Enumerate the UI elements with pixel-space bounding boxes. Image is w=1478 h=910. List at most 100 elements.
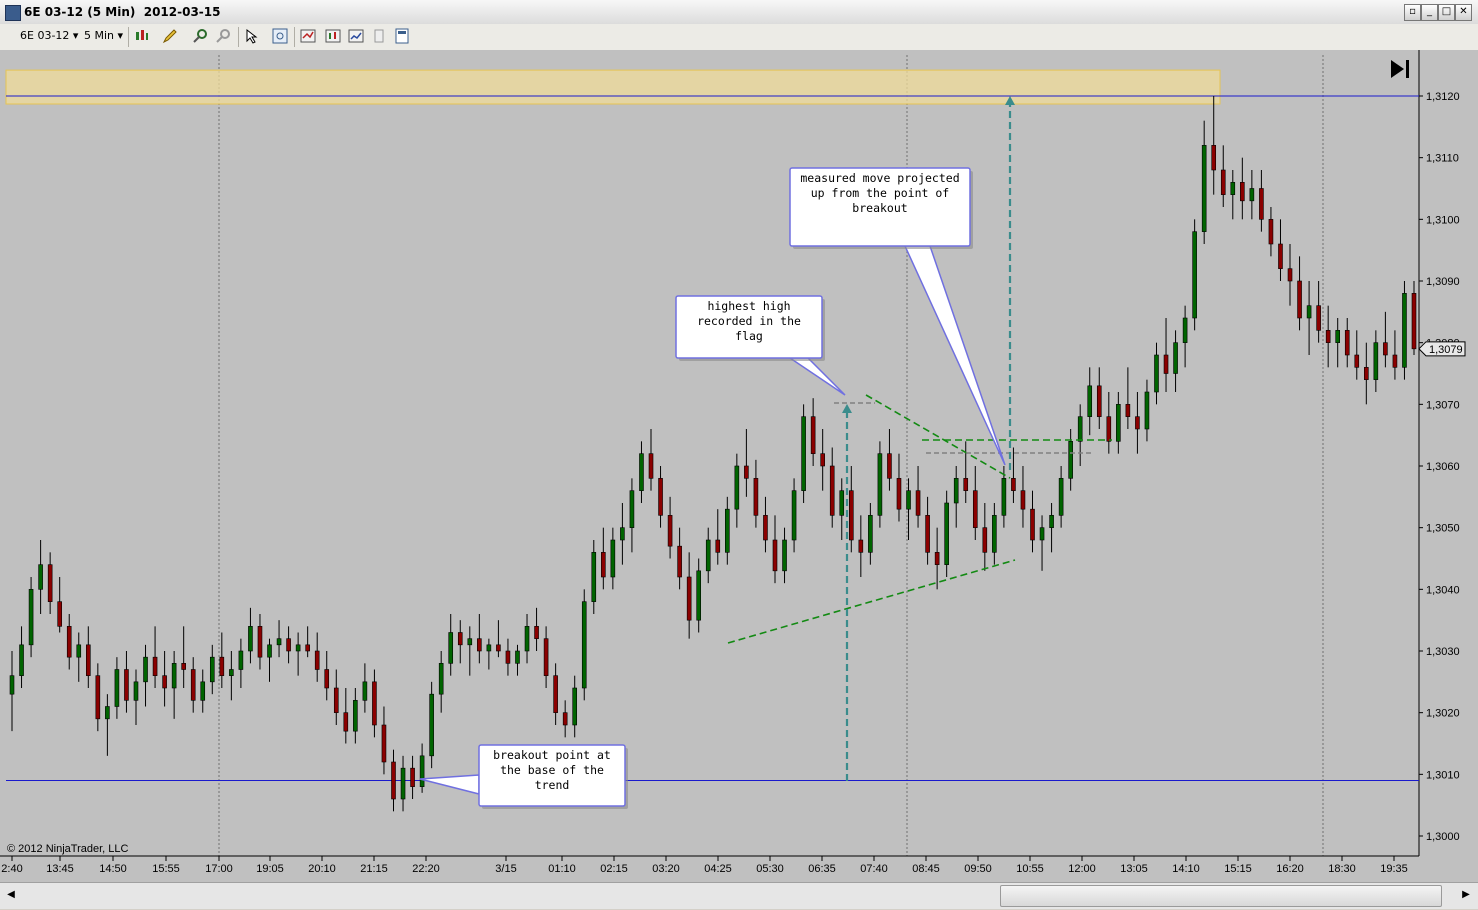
scroll-left-icon[interactable]: ◀ xyxy=(3,887,19,903)
candle xyxy=(429,681,434,769)
candle-body xyxy=(1020,490,1026,510)
callout-pointer xyxy=(787,357,846,396)
scroll-right-icon[interactable]: ▶ xyxy=(1458,887,1474,903)
candle-body xyxy=(677,545,682,578)
candle xyxy=(1077,404,1083,466)
candle xyxy=(696,558,701,633)
candle-body xyxy=(1192,231,1197,319)
pointer-icon[interactable] xyxy=(244,28,260,44)
time-tick-label: 01:10 xyxy=(548,863,576,875)
price-tick-label: 1,3050 xyxy=(1426,523,1460,535)
price-chart[interactable]: measured move projected up from the point… xyxy=(0,50,1478,882)
candle xyxy=(1344,318,1350,368)
candle-body xyxy=(686,576,692,621)
candle xyxy=(209,644,215,695)
instrument-label: 6E 03-12 xyxy=(20,29,70,42)
candle-body xyxy=(820,453,825,467)
candle-body xyxy=(1240,182,1245,202)
scrollbar-thumb[interactable] xyxy=(1000,885,1442,907)
bar-type-icon[interactable] xyxy=(134,28,150,44)
candle-body xyxy=(28,589,34,646)
candle xyxy=(333,669,339,725)
data-box-icon[interactable] xyxy=(371,28,387,44)
candle-body xyxy=(1182,317,1188,343)
indicators-icon[interactable] xyxy=(300,28,316,44)
candle-body xyxy=(715,539,721,553)
candle xyxy=(925,496,930,565)
candle-body xyxy=(324,669,330,689)
time-tick-label: 14:50 xyxy=(99,863,127,875)
instrument-selector[interactable]: 6E 03-12 ▾ xyxy=(20,29,78,42)
candle xyxy=(934,527,940,590)
time-tick-label: 2:40 xyxy=(1,863,22,875)
strategies-icon[interactable] xyxy=(325,28,341,44)
candle xyxy=(1087,367,1093,436)
candle xyxy=(648,429,654,491)
candle xyxy=(152,626,158,688)
minimize-button[interactable]: _ xyxy=(1421,4,1438,21)
candle xyxy=(982,503,988,571)
candle xyxy=(705,527,711,584)
candle xyxy=(1392,330,1398,380)
time-tick-label: 3/15 xyxy=(495,863,516,875)
candle-body xyxy=(305,644,310,652)
time-tick-label: 15:55 xyxy=(152,863,180,875)
chart-panel[interactable]: measured move projected up from the point… xyxy=(0,50,1478,882)
candle xyxy=(553,663,558,725)
close-button[interactable]: ✕ xyxy=(1455,4,1472,21)
candle-body xyxy=(1011,478,1016,491)
candle xyxy=(1030,490,1035,553)
candle-body xyxy=(267,644,272,658)
candle xyxy=(1306,281,1312,355)
candle-body xyxy=(9,675,15,695)
copyright-text: © 2012 NinjaTrader, LLC xyxy=(7,843,128,855)
panel-icon[interactable] xyxy=(394,28,410,44)
candle xyxy=(381,706,387,775)
candle-body xyxy=(887,453,892,479)
draw-pencil-icon[interactable] xyxy=(162,28,178,44)
candle xyxy=(257,614,263,670)
scroll-to-end-icon[interactable] xyxy=(1391,60,1409,78)
candle xyxy=(1182,305,1188,368)
chart-properties-icon[interactable] xyxy=(348,28,364,44)
candle-body xyxy=(209,656,215,683)
horizontal-scrollbar[interactable]: ◀ ▶ xyxy=(0,882,1478,909)
candle-body xyxy=(725,508,730,553)
candle xyxy=(162,651,167,707)
candle xyxy=(248,607,253,664)
magnifier-icon[interactable] xyxy=(272,28,288,44)
candle xyxy=(1192,219,1197,331)
candle-body xyxy=(143,656,148,683)
candle xyxy=(753,459,759,528)
candle xyxy=(372,669,377,738)
candle-body xyxy=(1068,441,1073,479)
candle xyxy=(276,620,282,658)
candle xyxy=(963,441,969,503)
candle-body xyxy=(620,527,625,541)
price-tick-label: 1,3060 xyxy=(1426,461,1460,473)
candle-body xyxy=(1230,182,1236,195)
candle xyxy=(839,478,845,540)
time-tick-label: 08:45 xyxy=(912,863,940,875)
candle-body xyxy=(610,539,616,578)
restore-left-button[interactable]: ▫ xyxy=(1404,4,1421,21)
time-tick-label: 02:15 xyxy=(600,863,628,875)
candle xyxy=(1096,367,1102,429)
candle xyxy=(314,632,320,682)
zoom-in-icon[interactable] xyxy=(192,28,208,44)
zoom-out-icon[interactable] xyxy=(215,28,231,44)
candle xyxy=(782,527,787,584)
candle xyxy=(1068,429,1073,491)
candle xyxy=(829,447,835,528)
candle-body xyxy=(19,644,24,676)
candle-body xyxy=(419,755,425,787)
candle-body xyxy=(572,687,578,726)
interval-selector[interactable]: 5 Min ▾ xyxy=(84,29,123,42)
candle-body xyxy=(229,669,234,676)
candle-body xyxy=(753,478,759,516)
candle xyxy=(457,620,463,664)
candle xyxy=(744,429,749,497)
time-tick-label: 05:30 xyxy=(756,863,784,875)
maximize-button[interactable]: □ xyxy=(1438,4,1455,21)
time-tick-label: 07:40 xyxy=(860,863,888,875)
